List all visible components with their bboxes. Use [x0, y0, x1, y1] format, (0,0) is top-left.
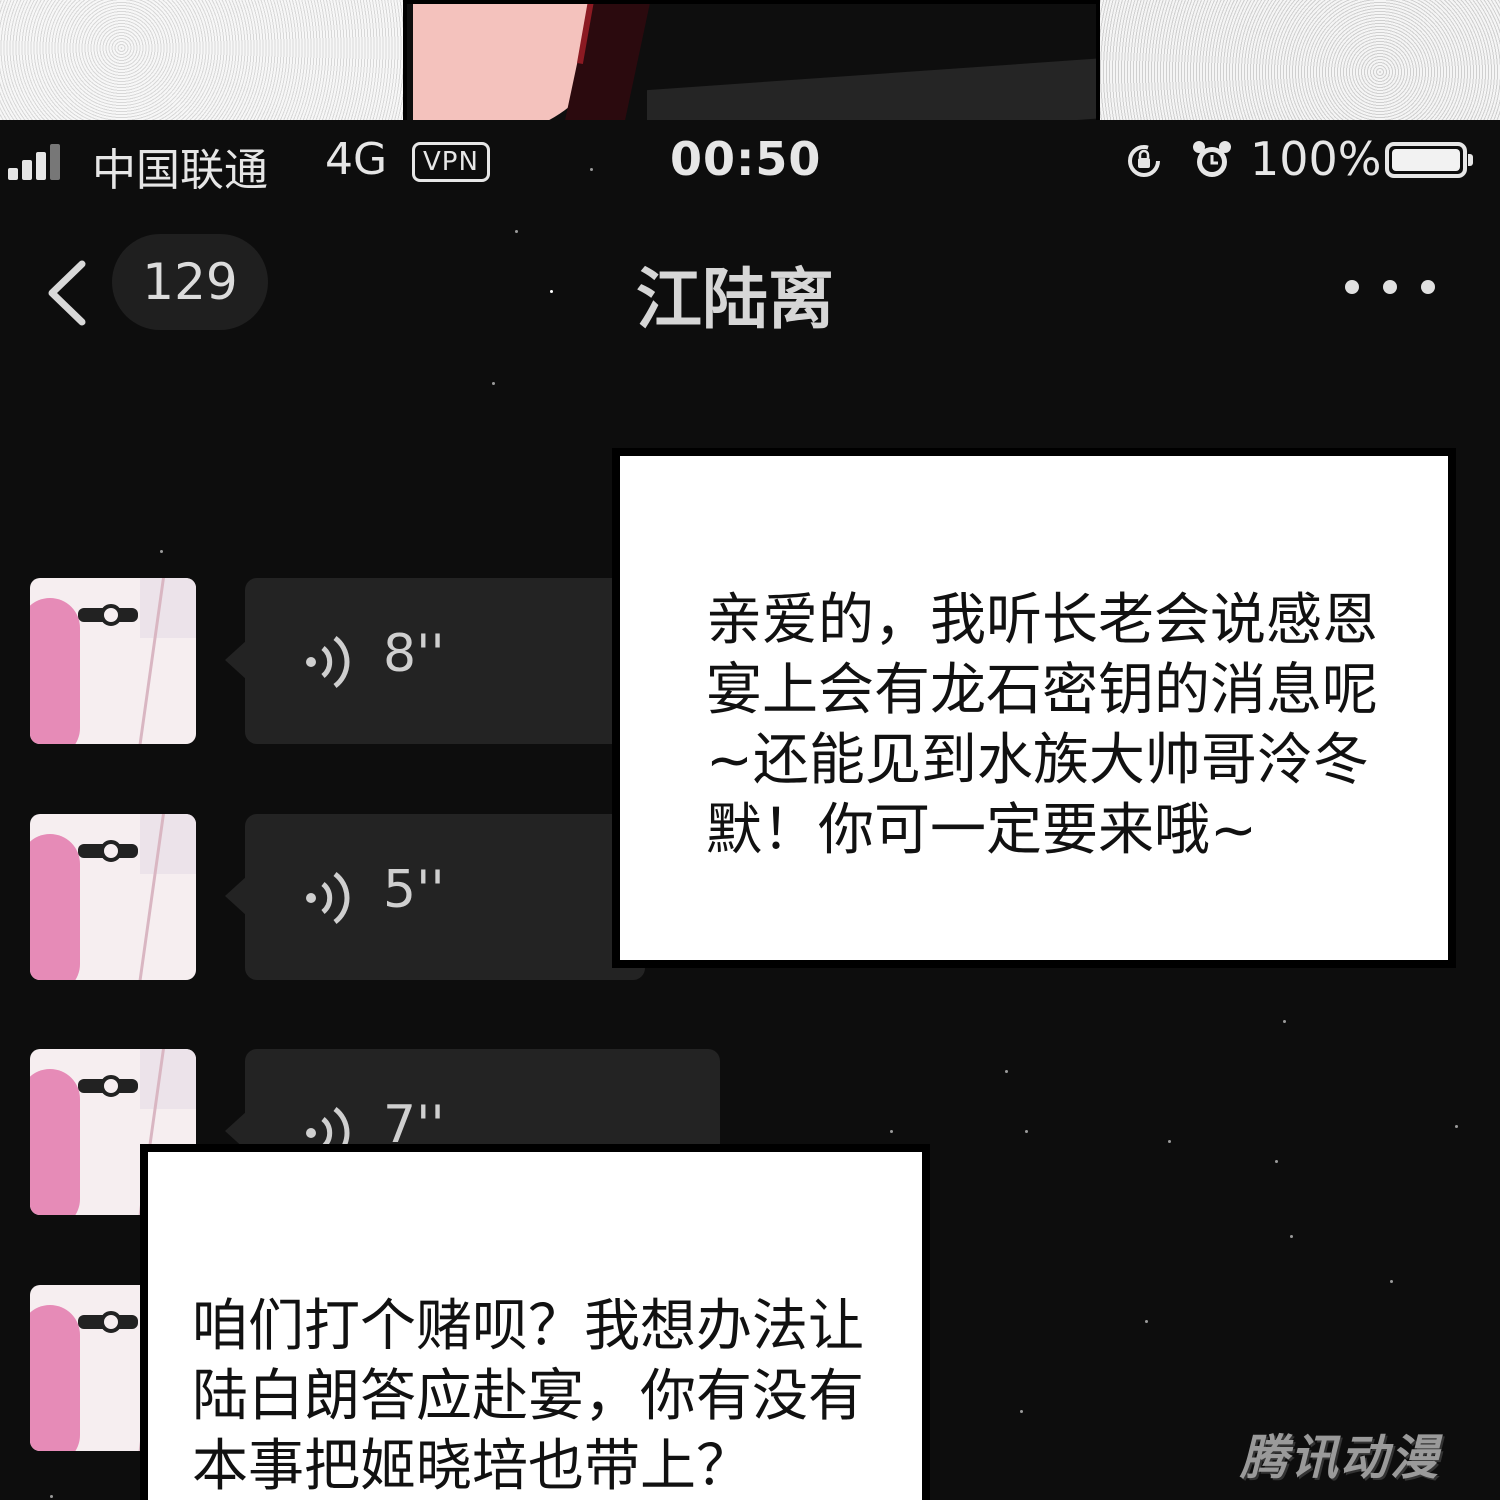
comic-top-strip: [0, 0, 1500, 120]
avatar[interactable]: [30, 814, 196, 980]
voice-wave-icon: [306, 872, 350, 924]
battery-icon: [1385, 142, 1473, 178]
vpn-badge: VPN: [412, 142, 490, 182]
speech-text-1: 亲爱的，我听长老会说感恩宴上会有龙石密钥的消息呢~还能见到水族大帅哥泠冬默！你可…: [706, 588, 1378, 863]
panel-shade: [647, 57, 1096, 120]
status-bar: 中国联通 4G VPN 00:50 100%: [0, 120, 1500, 200]
signal-icon: [8, 142, 72, 180]
publisher-watermark: 腾讯动漫: [1240, 1430, 1441, 1486]
voice-message-bubble[interactable]: 8'': [225, 578, 645, 744]
voice-message-bubble[interactable]: 5'': [225, 814, 645, 980]
rotation-lock-icon: [1128, 145, 1160, 177]
speech-box-1: 亲爱的，我听长老会说感恩宴上会有龙石密钥的消息呢~还能见到水族大帅哥泠冬默！你可…: [612, 448, 1456, 968]
battery-percentage: 100%: [1250, 132, 1382, 186]
chat-nav-bar: 129 江陆离: [0, 230, 1500, 350]
chat-title: 江陆离: [636, 261, 834, 338]
unread-count-badge[interactable]: 129: [112, 234, 268, 330]
avatar[interactable]: [30, 578, 196, 744]
carrier-label: 中国联通: [92, 145, 268, 196]
voice-wave-icon: [306, 636, 350, 688]
voice-duration: 8'': [383, 624, 445, 684]
screentone-right: [1100, 0, 1500, 120]
network-label: 4G: [325, 134, 388, 185]
back-chevron-icon[interactable]: [40, 258, 100, 328]
voice-duration: 5'': [383, 860, 445, 920]
screentone-left: [0, 0, 405, 120]
alarm-icon: [1193, 141, 1231, 177]
more-options-icon[interactable]: [1345, 272, 1435, 302]
speech-text-2: 咱们打个赌呗？我想办法让陆白朗答应赴宴，你有没有本事把姬晓培也带上？: [192, 1294, 864, 1499]
comic-panel-top: [403, 0, 1100, 120]
phone-screen: 中国联通 4G VPN 00:50 100% 129 江陆离 8'' 5'' 7…: [0, 120, 1500, 1500]
speech-box-2: 咱们打个赌呗？我想办法让陆白朗答应赴宴，你有没有本事把姬晓培也带上？: [140, 1144, 930, 1500]
status-time: 00:50: [670, 132, 822, 186]
